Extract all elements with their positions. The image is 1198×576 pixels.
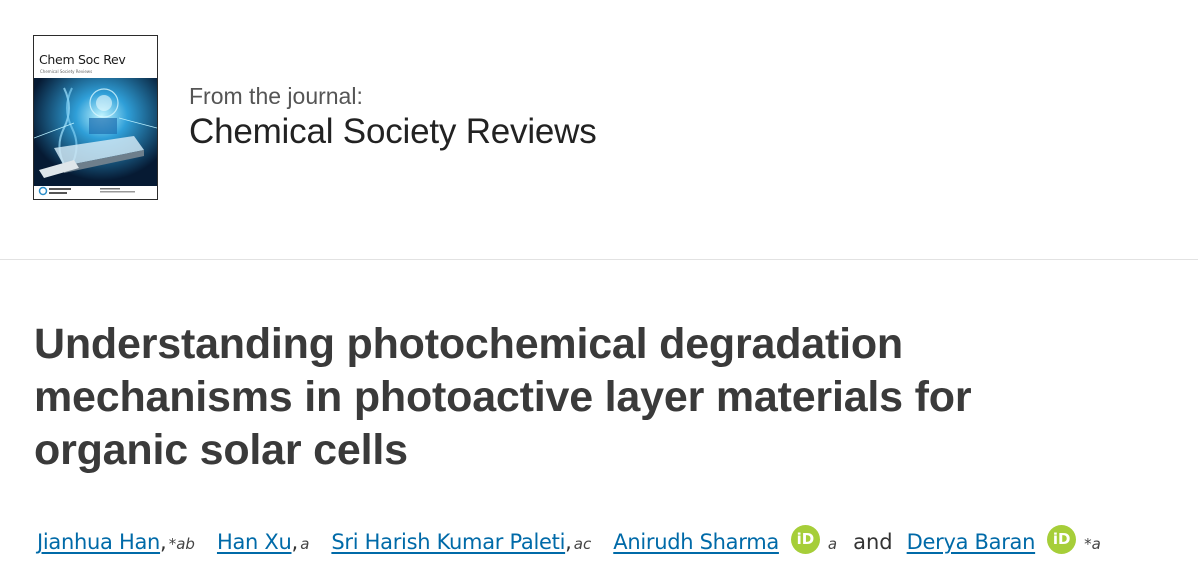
journal-label: From the journal: (189, 83, 363, 109)
author-link[interactable]: Jianhua Han (37, 530, 160, 554)
cover-subtitle: Chemical Society Reviews (40, 69, 93, 74)
author-separator: , (565, 530, 572, 554)
affiliation-marker: *ab (168, 535, 195, 553)
rsc-logo (38, 186, 135, 196)
author-separator: , (160, 530, 167, 554)
orcid-icon[interactable]: iD (1047, 525, 1077, 554)
affiliation-marker: a (300, 535, 310, 553)
author-conjunction: and (853, 530, 893, 554)
author-link[interactable]: Han Xu (217, 530, 292, 554)
author-link[interactable]: Derya Baran (907, 530, 1036, 554)
affiliation-marker: a (827, 535, 838, 553)
journal-header: Chem Soc Rev Chemical Society Reviews Fr… (0, 0, 1198, 260)
header-divider (0, 259, 1198, 260)
article-title: Understanding photochemical degradation … (34, 320, 972, 474)
author-list: Jianhua Han, *ab Han Xu, a Sri Harish Kuma… (37, 520, 1197, 560)
author-link[interactable]: Anirudh Sharma (613, 530, 779, 554)
author-separator: , (291, 530, 299, 554)
cover-artwork (34, 78, 157, 186)
affiliation-marker: ac (573, 535, 592, 553)
journal-cover-image[interactable]: Chem Soc Rev Chemical Society Reviews (33, 35, 158, 200)
orcid-icon[interactable]: iD (790, 525, 820, 554)
cover-title: Chem Soc Rev (39, 52, 126, 67)
affiliation-marker: *a (1084, 535, 1101, 553)
journal-name[interactable]: Chemical Society Reviews (189, 112, 597, 152)
author-link[interactable]: Sri Harish Kumar Paleti (331, 530, 565, 554)
